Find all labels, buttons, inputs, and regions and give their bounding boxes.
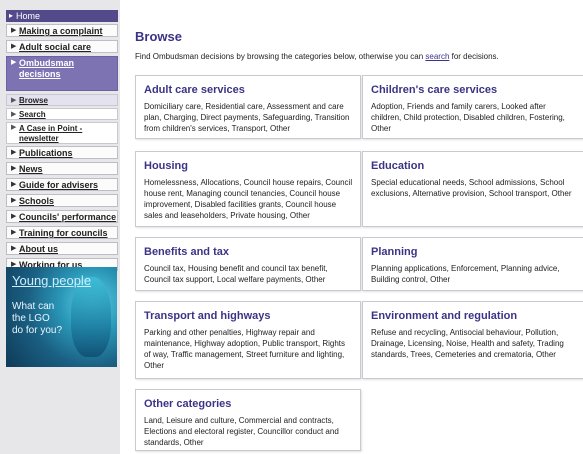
page-title: Browse (135, 29, 182, 44)
nav-item-adult-social-care[interactable]: ▶ Adult social care (6, 40, 118, 53)
intro-text: Find Ombudsman decisions by browsing the… (135, 52, 499, 61)
chevron-right-icon: ▶ (11, 59, 17, 66)
chevron-right-icon: ▶ (11, 229, 17, 236)
chevron-right-icon: ▶ (11, 27, 17, 34)
subnav-item-browse[interactable]: ▶ Browse (6, 94, 118, 106)
category-description: Planning applications, Enforcement, Plan… (371, 264, 560, 284)
subnav-item-search[interactable]: ▶ Search (6, 108, 118, 120)
category-description: Refuse and recycling, Antisocial behavio… (371, 328, 564, 359)
category-card-other[interactable]: Other categories Land, Leisure and cultu… (135, 389, 361, 451)
category-description: Council tax, Housing benefit and council… (144, 264, 328, 284)
intro-before: Find Ombudsman decisions by browsing the… (135, 52, 426, 61)
category-description: Special educational needs, School admiss… (371, 178, 572, 198)
category-title[interactable]: Planning (371, 246, 576, 258)
nav-home[interactable]: Home (6, 10, 118, 22)
chevron-right-icon: ▶ (11, 149, 17, 156)
nav-label: About us (19, 244, 58, 254)
nav-label: Schools (19, 196, 55, 206)
nav-label: News (19, 164, 43, 174)
sidebar: Home ▶Making a complaint ▶Adult social c… (0, 0, 120, 454)
chevron-right-icon: ▶ (11, 181, 17, 188)
nav-label: Councils' performance (19, 212, 117, 222)
nav-item-publications[interactable]: ▶ Publications (6, 146, 118, 159)
category-card-childrens-care[interactable]: Children's care services Adoption, Frien… (362, 75, 583, 139)
category-title[interactable]: Housing (144, 160, 353, 172)
subnav-label: Search (19, 110, 46, 119)
category-title[interactable]: Other categories (144, 398, 353, 410)
promo-face-image (71, 277, 111, 357)
nav-item-schools[interactable]: ▶ Schools (6, 194, 118, 207)
chevron-right-icon: ▶ (11, 97, 17, 104)
chevron-right-icon: ▶ (11, 124, 17, 131)
promo-text: What can the LGO do for you? (12, 301, 62, 337)
category-card-adult-care[interactable]: Adult care services Domiciliary care, Re… (135, 75, 361, 139)
nav-item-guide-for-advisers[interactable]: ▶ Guide for advisers (6, 178, 118, 191)
promo-line: the LGO (12, 313, 50, 324)
nav-item-ombudsman-decisions[interactable]: ▶ Ombudsman decisions (6, 56, 118, 91)
category-title[interactable]: Children's care services (371, 84, 576, 96)
category-title[interactable]: Transport and highways (144, 310, 353, 322)
promo-title[interactable]: Young people (12, 273, 91, 288)
search-link[interactable]: search (425, 52, 449, 61)
category-card-education[interactable]: Education Special educational needs, Sch… (362, 151, 583, 227)
category-card-housing[interactable]: Housing Homelessness, Allocations, Counc… (135, 151, 361, 227)
nav-label: Ombudsman decisions (19, 58, 75, 79)
nav-label: Training for councils (19, 228, 108, 238)
nav-label: Adult social care (19, 42, 92, 52)
nav-label: Guide for advisers (19, 180, 99, 190)
chevron-right-icon: ▶ (11, 213, 17, 220)
category-card-planning[interactable]: Planning Planning applications, Enforcem… (362, 237, 583, 291)
chevron-right-icon: ▶ (11, 245, 17, 252)
nav-label: Making a complaint (19, 26, 103, 36)
chevron-right-icon: ▶ (11, 197, 17, 204)
nav-list: ▶ Making a complaint ▶ Adult social care ▶… (6, 24, 118, 274)
category-card-environment-regulation[interactable]: Environment and regulation Refuse and re… (362, 301, 583, 379)
chevron-right-icon: ▶ (11, 43, 17, 50)
category-title[interactable]: Environment and regulation (371, 310, 576, 322)
nav-item-councils-performance[interactable]: ▶ Councils' performance (6, 210, 118, 223)
promo-line: do for you? (12, 325, 63, 336)
intro-after: for decisions. (449, 52, 499, 61)
category-description: Parking and other penalties, Highway rep… (144, 328, 345, 370)
category-description: Land, Leisure and culture, Commercial an… (144, 416, 339, 447)
subnav-label: Browse (19, 96, 48, 105)
category-title[interactable]: Education (371, 160, 576, 172)
category-description: Homelessness, Allocations, Council house… (144, 178, 353, 220)
category-card-benefits-tax[interactable]: Benefits and tax Council tax, Housing be… (135, 237, 361, 291)
nav-item-training-for-councils[interactable]: ▶ Training for councils (6, 226, 118, 239)
nav-item-about-us[interactable]: ▶ About us (6, 242, 118, 255)
chevron-right-icon: ▶ (11, 111, 17, 118)
category-title[interactable]: Benefits and tax (144, 246, 353, 258)
category-title[interactable]: Adult care services (144, 84, 353, 96)
category-description: Domiciliary care, Residential care, Asse… (144, 102, 350, 133)
subnav-item-case-in-point[interactable]: ▶ A Case in Point - newsletter (6, 122, 118, 144)
nav-item-making-a-complaint[interactable]: ▶ Making a complaint (6, 24, 118, 37)
category-card-transport-highways[interactable]: Transport and highways Parking and other… (135, 301, 361, 379)
young-people-promo[interactable]: Young people What can the LGO do for you… (6, 267, 117, 367)
subnav-label: A Case in Point - newsletter (19, 124, 83, 143)
nav-label: Publications (19, 148, 73, 158)
nav-item-news[interactable]: ▶ News (6, 162, 118, 175)
promo-line: What can (12, 301, 55, 312)
chevron-right-icon: ▶ (11, 165, 17, 172)
category-description: Adoption, Friends and family carers, Loo… (371, 102, 565, 133)
